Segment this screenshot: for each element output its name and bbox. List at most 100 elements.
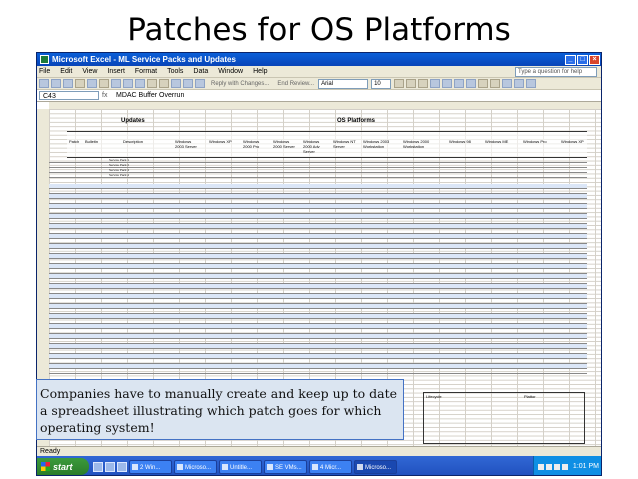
header-cell: Windows 2000 Workstation <box>403 139 430 149</box>
bold-icon[interactable] <box>394 79 405 88</box>
reply-with-changes-button[interactable]: Reply with Changes... <box>211 81 269 87</box>
font-color-icon[interactable] <box>526 79 537 88</box>
tray-icon[interactable] <box>553 463 560 470</box>
center-icon[interactable] <box>442 79 453 88</box>
function-icon[interactable]: fx <box>102 92 116 99</box>
standard-toolbar: Reply with Changes... End Review... Aria… <box>37 78 601 90</box>
menu-edit[interactable]: Edit <box>60 68 72 75</box>
open-icon[interactable] <box>51 79 61 88</box>
spelling-icon[interactable] <box>99 79 109 88</box>
header-cell: Windows Pro <box>523 139 547 144</box>
start-button[interactable]: start <box>37 458 89 475</box>
header-cell: Patch <box>69 139 80 144</box>
autosum-icon[interactable] <box>171 79 181 88</box>
menu-format[interactable]: Format <box>135 68 157 75</box>
window-title-bar[interactable]: Microsoft Excel - ML Service Packs and U… <box>37 53 601 66</box>
clock[interactable]: 1:01 PM <box>573 463 599 470</box>
header-cell: Windows NT Server <box>333 139 356 149</box>
minimize-icon[interactable]: _ <box>565 54 576 65</box>
service-pack-label: Service Pack 1 <box>109 158 130 162</box>
header-cell: Windows 98 <box>449 139 471 144</box>
header-cell: Windows 2003 Workstation <box>363 139 390 149</box>
borders-icon[interactable] <box>502 79 513 88</box>
header-cell: Windows 2000 Adv Server <box>303 139 320 154</box>
sort-icon[interactable] <box>183 79 193 88</box>
chart-icon[interactable] <box>195 79 205 88</box>
formula-input[interactable]: MDAC Buffer Overrun <box>116 92 184 99</box>
taskbar-button-untitled[interactable]: Untitle... <box>219 459 262 474</box>
table-row[interactable]: Service Pack 4 <box>49 173 587 179</box>
save-icon[interactable] <box>63 79 73 88</box>
align-right-icon[interactable] <box>454 79 465 88</box>
tray-icon[interactable] <box>537 463 544 470</box>
align-left-icon[interactable] <box>430 79 441 88</box>
help-question-input[interactable]: Type a question for help <box>515 66 597 77</box>
tray-icon[interactable] <box>561 463 568 470</box>
taskbar-button-microsoft-active[interactable]: Microso... <box>354 459 397 474</box>
copy-icon[interactable] <box>123 79 133 88</box>
print-icon[interactable] <box>75 79 85 88</box>
taskbar: start 2 Win... Microso... Untitle... SE … <box>37 456 601 475</box>
taskbar-button-microsoft-group[interactable]: 4 Micr... <box>309 459 352 474</box>
close-icon[interactable]: × <box>589 54 600 65</box>
quicklaunch-outlook-icon[interactable] <box>117 461 127 472</box>
lower-header: Plattor <box>524 394 536 399</box>
service-pack-label: Service Pack 3 <box>109 168 130 172</box>
formula-bar: C43 fx MDAC Buffer Overrun <box>37 90 601 102</box>
percent-icon[interactable] <box>490 79 501 88</box>
menu-tools[interactable]: Tools <box>167 68 183 75</box>
header-cell: Windows 2003 Server <box>175 139 197 149</box>
sheet-updates-title: Updates <box>121 118 145 124</box>
undo-icon[interactable] <box>147 79 157 88</box>
paste-icon[interactable] <box>135 79 145 88</box>
window-title: Microsoft Excel - ML Service Packs and U… <box>52 55 236 64</box>
header-cell: Windows ME <box>485 139 509 144</box>
menu-help[interactable]: Help <box>253 68 267 75</box>
taskbar-button-se-vms[interactable]: SE VMs... <box>264 459 307 474</box>
menu-bar: File Edit View Insert Format Tools Data … <box>37 66 601 78</box>
table-row[interactable] <box>49 369 587 375</box>
tray-icon[interactable] <box>545 463 552 470</box>
header-cell: Windows XP <box>209 139 232 144</box>
header-cell: Description <box>123 139 144 144</box>
menu-view[interactable]: View <box>82 68 97 75</box>
status-bar: Ready <box>37 446 601 456</box>
underline-icon[interactable] <box>418 79 429 88</box>
menu-data[interactable]: Data <box>193 68 208 75</box>
windows-logo-icon <box>41 462 50 471</box>
lower-header: Lifecycle <box>426 394 442 399</box>
currency-icon[interactable] <box>478 79 489 88</box>
merge-icon[interactable] <box>466 79 477 88</box>
menu-insert[interactable]: Insert <box>107 68 125 75</box>
service-pack-label: Service Pack 2 <box>109 163 130 167</box>
slide-title: Patches for OS Platforms <box>127 12 511 48</box>
quicklaunch-desktop-icon[interactable] <box>105 461 115 472</box>
excel-icon <box>40 55 49 64</box>
redo-icon[interactable] <box>159 79 169 88</box>
quicklaunch-ie-icon[interactable] <box>93 461 103 472</box>
header-cell: Bulletin <box>85 139 99 144</box>
start-label: start <box>53 461 73 472</box>
service-pack-label: Service Pack 4 <box>109 173 130 177</box>
end-review-button[interactable]: End Review... <box>277 81 314 87</box>
new-icon[interactable] <box>39 79 49 88</box>
header-cell: Windows 2000 Pro <box>243 139 260 149</box>
lifecycle-table[interactable]: Lifecycle Plattor <box>423 392 585 444</box>
menu-window[interactable]: Window <box>218 68 243 75</box>
font-size-select[interactable]: 10 <box>371 78 392 89</box>
header-cell: Windows 2000 Server <box>273 139 295 149</box>
menu-file[interactable]: File <box>39 68 50 75</box>
header-cell: Windows XP <box>561 139 584 144</box>
fill-color-icon[interactable] <box>514 79 525 88</box>
name-box[interactable]: C43 <box>39 91 99 100</box>
taskbar-button-windows[interactable]: 2 Win... <box>129 459 172 474</box>
cut-icon[interactable] <box>111 79 121 88</box>
italic-icon[interactable] <box>406 79 417 88</box>
preview-icon[interactable] <box>87 79 97 88</box>
maximize-icon[interactable]: □ <box>577 54 588 65</box>
taskbar-button-microsoft-1[interactable]: Microso... <box>174 459 217 474</box>
callout-box: Companies have to manually create and ke… <box>36 379 404 440</box>
sheet-header-band: Patch Bulletin Description Windows 2003 … <box>67 131 587 158</box>
sheet-os-title: OS Platforms <box>337 118 376 124</box>
font-name-select[interactable]: Arial <box>318 78 369 89</box>
